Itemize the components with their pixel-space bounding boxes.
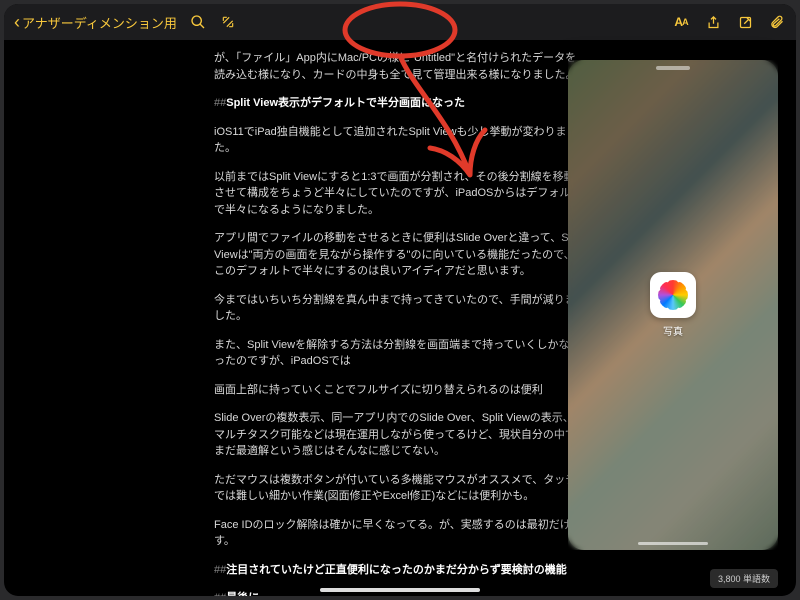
note-paragraph: ##注目されていたけど正直便利になったのかまだ分からず要検討の機能 [214, 562, 584, 579]
note-paragraph: 今まではいちいち分割線を真ん中まで持ってきていたので、手間が減りました。 [214, 292, 584, 325]
note-paragraph: ##Split View表示がデフォルトで半分画面になった [214, 95, 584, 112]
note-paragraph: Face IDのロック解除は確かに早くなってる。が、実感するのは最初だけです。 [214, 517, 584, 550]
attachment-icon[interactable] [768, 13, 786, 31]
home-indicator[interactable] [320, 588, 480, 592]
note-paragraph: ただマウスは複数ボタンが付いている多機能マウスがオススメで、タッチでは難しい細か… [214, 472, 584, 505]
text-format-icon[interactable]: AA [672, 13, 690, 31]
compose-icon[interactable] [736, 13, 754, 31]
toolbar: ‹ アナザーディメンション用 AA [4, 4, 796, 40]
search-icon[interactable] [189, 13, 207, 31]
note-paragraph: 以前まではSplit Viewにすると1:3で画面が分割され、その後分割線を移動… [214, 169, 584, 219]
slide-over-panel[interactable]: 写真 [568, 60, 778, 550]
back-button[interactable]: ‹ アナザーディメンション用 [14, 12, 177, 33]
note-paragraph: アプリ間でファイルの移動をさせるときに便利はSlide Overと違って、Spl… [214, 230, 584, 280]
chevron-left-icon: ‹ [14, 12, 20, 33]
note-paragraph: iOS11でiPad独自機能として追加されたSplit Viewも少し挙動が変わ… [214, 124, 584, 157]
note-paragraph: Slide Overの複数表示、同一アプリ内でのSlide Over、Split… [214, 410, 584, 460]
word-count-badge: 3,800 単語数 [710, 569, 778, 588]
photos-app-icon[interactable] [650, 272, 696, 318]
photos-app-label: 写真 [663, 323, 683, 338]
note-paragraph: が、「ファイル」App内にMac/PCの様に"Untitled"と名付けられたデ… [214, 50, 584, 83]
share-icon[interactable] [704, 13, 722, 31]
slideover-app[interactable]: 写真 [650, 272, 696, 338]
note-paragraph: また、Split Viewを解除する方法は分割線を画面端まで持っていくしかなかっ… [214, 337, 584, 370]
slideover-grabber[interactable] [656, 66, 690, 70]
back-label: アナザーディメンション用 [22, 13, 177, 32]
expand-icon[interactable] [219, 13, 237, 31]
slideover-home-indicator[interactable] [638, 542, 708, 545]
note-paragraph: 画面上部に持っていくことでフルサイズに切り替えられるのは便利 [214, 382, 584, 399]
